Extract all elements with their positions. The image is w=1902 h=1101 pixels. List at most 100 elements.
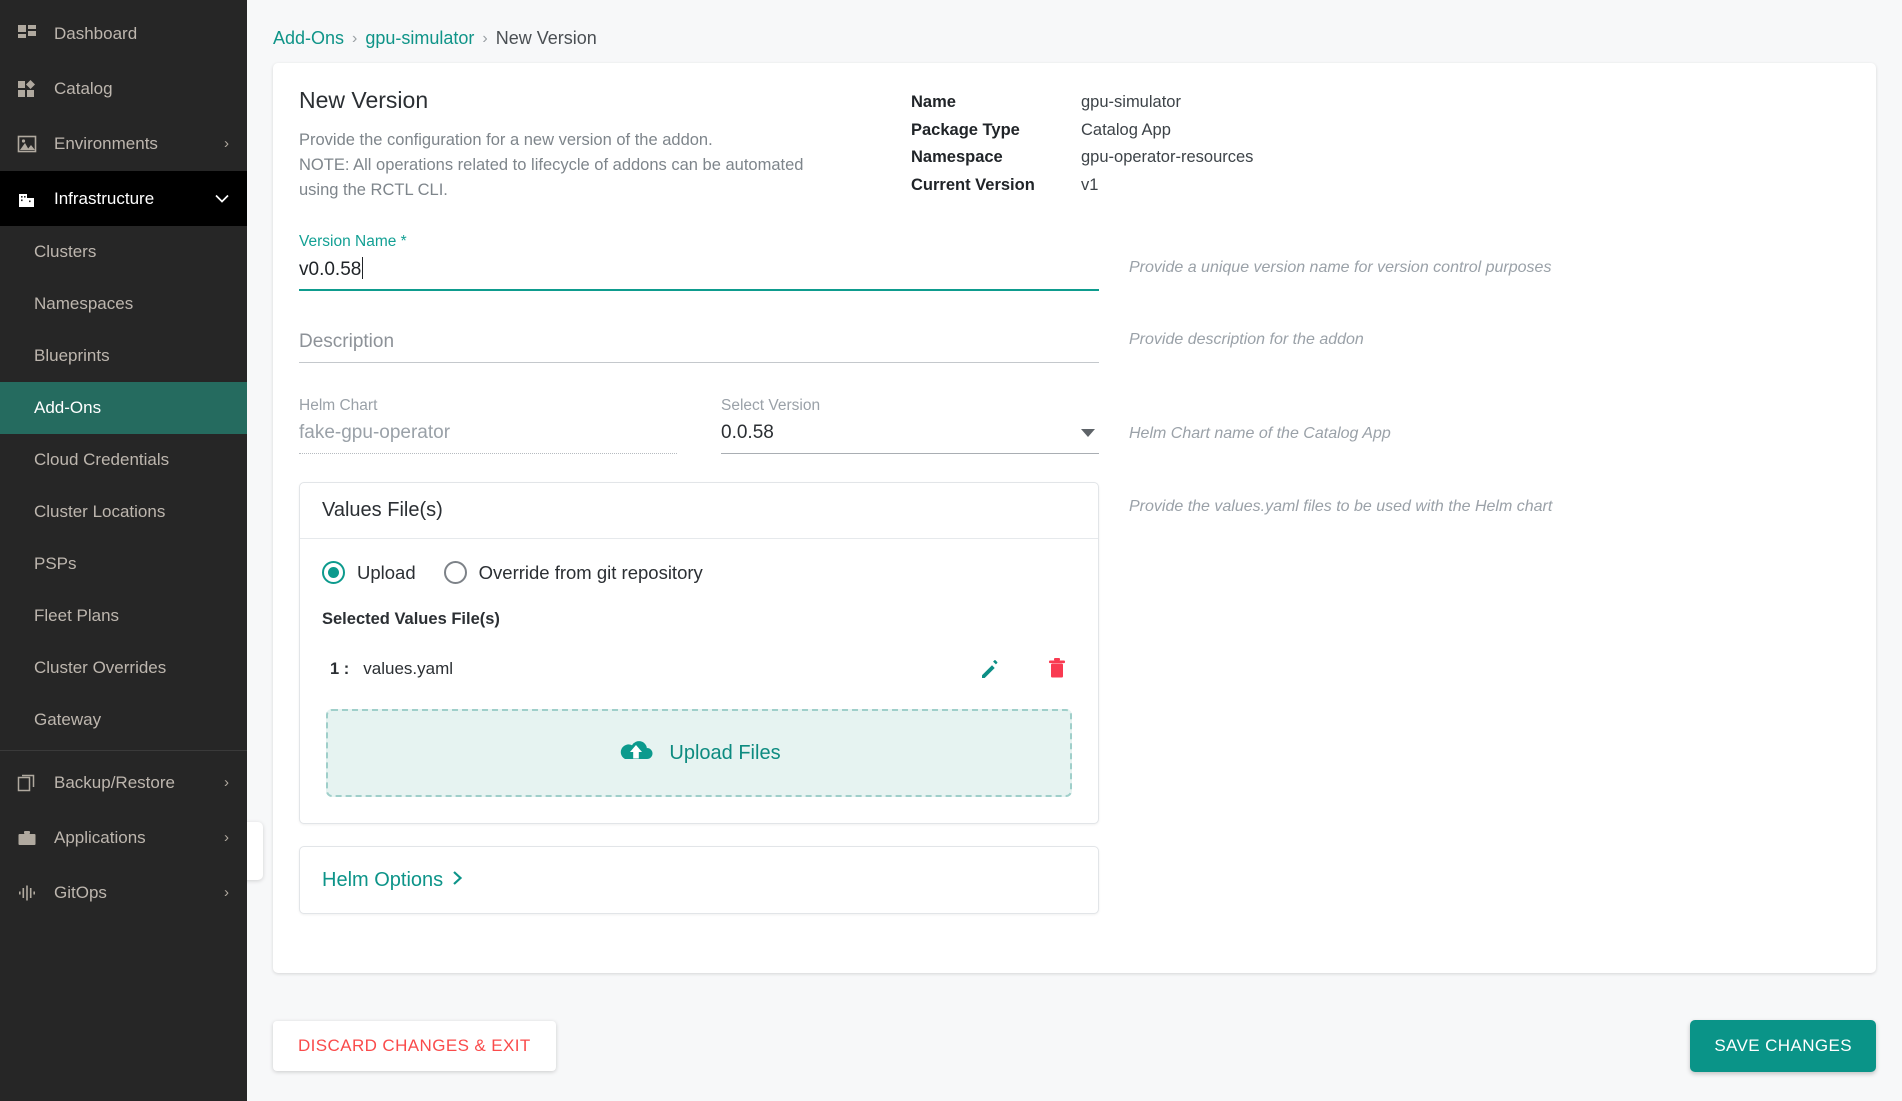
backup-restore-icon (14, 770, 40, 796)
sidebar-item-dashboard[interactable]: Dashboard (0, 6, 247, 61)
sidebar-subitem-label: Gateway (34, 710, 102, 729)
sidebar-item-namespaces[interactable]: Namespaces (0, 278, 247, 330)
addon-info-table: Name gpu-simulator Package Type Catalog … (909, 91, 1255, 203)
environments-icon (14, 131, 40, 157)
sidebar-item-blueprints[interactable]: Blueprints (0, 330, 247, 382)
collapsed-panel-edge[interactable] (247, 822, 263, 880)
upload-files-dropzone[interactable]: Upload Files (326, 709, 1072, 798)
page-title: New Version (299, 87, 429, 113)
sidebar-subitem-label: Cluster Overrides (34, 658, 167, 677)
chevron-right-icon: › (224, 774, 229, 791)
chevron-down-icon (1081, 429, 1095, 438)
sidebar-subitem-label: Fleet Plans (34, 606, 120, 625)
version-name-value: v0.0.58 (299, 259, 362, 281)
form-row-helm-chart: Helm Chart fake-gpu-operator Select Vers… (299, 397, 1850, 455)
sidebar-item-label: Backup/Restore (54, 772, 175, 792)
description-input[interactable]: Description (299, 327, 1099, 364)
form-area: Version Name * v0.0.58 Provide a unique … (273, 203, 1876, 915)
new-version-card: New Version Provide the configuration fo… (273, 63, 1876, 973)
radio-override-git[interactable]: Override from git repository (443, 561, 703, 585)
values-source-radio-group: Upload Override from git repository (322, 561, 1076, 585)
sidebar-item-clusters[interactable]: Clusters (0, 226, 247, 278)
sidebar-item-cloud-credentials[interactable]: Cloud Credentials (0, 434, 247, 486)
values-files-body: Upload Override from git repository Sele… (300, 539, 1098, 823)
version-name-hint: Provide a unique version name for versio… (1129, 259, 1552, 277)
chevron-right-icon: › (224, 884, 229, 901)
card-header: New Version Provide the configuration fo… (273, 63, 1876, 203)
main-content: Add-Ons › gpu-simulator › New Version Ne… (247, 0, 1902, 1101)
info-value: Catalog App (1081, 120, 1171, 139)
breadcrumb-current: New Version (495, 28, 597, 48)
radio-upload-label: Upload (357, 561, 416, 583)
sidebar-item-applications[interactable]: Applications › (0, 810, 247, 865)
cloud-upload-icon (617, 736, 655, 771)
upload-files-label: Upload Files (669, 741, 781, 764)
sidebar-subitem-label: Namespaces (34, 294, 134, 313)
breadcrumb-separator: › (352, 29, 358, 47)
sidebar-item-cluster-locations[interactable]: Cluster Locations (0, 486, 247, 538)
values-file-index: 1 : (330, 659, 350, 678)
applications-icon (14, 825, 40, 851)
helm-chart-field-wrap: Helm Chart fake-gpu-operator (299, 397, 677, 455)
radio-upload[interactable]: Upload (322, 561, 416, 585)
page-description: Provide the configuration for a new vers… (299, 128, 879, 203)
sidebar-item-fleet-plans[interactable]: Fleet Plans (0, 590, 247, 642)
description-field-wrap: Description (299, 327, 1099, 364)
info-key: Name (911, 93, 956, 111)
info-value: gpu-simulator (1081, 93, 1181, 111)
helm-options-link[interactable]: Helm Options (322, 869, 463, 892)
gitops-icon (14, 880, 40, 906)
chevron-right-icon: › (224, 829, 229, 846)
sidebar-item-gitops[interactable]: GitOps › (0, 865, 247, 920)
sidebar-subitem-label: Clusters (34, 242, 97, 261)
infrastructure-icon (14, 186, 40, 212)
helm-options-label: Helm Options (322, 868, 444, 891)
sidebar-item-label: Infrastructure (54, 188, 155, 208)
trash-icon[interactable] (1046, 657, 1068, 681)
info-row-name: Name gpu-simulator (911, 93, 1253, 119)
breadcrumb-link-gpu-simulator[interactable]: gpu-simulator (365, 28, 474, 49)
values-file-row: 1 : values.yaml (322, 657, 1076, 681)
chevron-right-icon (452, 869, 463, 892)
form-row-version-name: Version Name * v0.0.58 Provide a unique … (299, 233, 1850, 292)
pencil-icon[interactable] (978, 657, 1002, 681)
sidebar-subitem-label: Cloud Credentials (34, 450, 170, 469)
helm-chart-hint: Helm Chart name of the Catalog App (1129, 425, 1391, 443)
footer-actions: DISCARD CHANGES & EXIT SAVE CHANGES (247, 991, 1902, 1101)
sidebar-item-catalog[interactable]: Catalog (0, 61, 247, 116)
values-files-wrap: Values File(s) Upload Override from git … (299, 482, 1099, 915)
form-row-description: Description Provide description for the … (299, 327, 1850, 364)
radio-selected-icon (322, 561, 345, 585)
sidebar-item-add-ons[interactable]: Add-Ons (0, 382, 247, 434)
chevron-right-icon: › (224, 135, 229, 152)
sidebar-item-environments[interactable]: Environments › (0, 116, 247, 171)
sidebar-item-label: Catalog (54, 78, 113, 98)
sidebar-item-gateway[interactable]: Gateway (0, 694, 247, 746)
version-name-label: Version Name * (299, 233, 407, 251)
info-key: Namespace (911, 148, 1003, 167)
breadcrumb-separator: › (482, 29, 488, 47)
select-version-dropdown[interactable]: 0.0.58 (721, 418, 1099, 455)
sidebar-item-label: Environments (54, 133, 158, 153)
sidebar-item-infrastructure[interactable]: Infrastructure (0, 171, 247, 226)
sidebar-item-backup-restore[interactable]: Backup/Restore › (0, 755, 247, 810)
sidebar-item-cluster-overrides[interactable]: Cluster Overrides (0, 642, 247, 694)
helm-chart-row: Helm Chart fake-gpu-operator Select Vers… (299, 397, 1099, 455)
info-key: Package Type (911, 120, 1020, 139)
info-row-current-version: Current Version v1 (911, 176, 1253, 202)
version-name-input[interactable]: v0.0.58 (299, 253, 1099, 292)
form-row-values-files: Values File(s) Upload Override from git … (299, 482, 1850, 915)
helm-options-card[interactable]: Helm Options (299, 846, 1099, 915)
helm-chart-label: Helm Chart (299, 397, 378, 415)
select-version-value: 0.0.58 (721, 422, 774, 444)
description-line-2: NOTE: All operations related to lifecycl… (299, 156, 804, 175)
breadcrumb-link-add-ons[interactable]: Add-Ons (273, 28, 344, 49)
text-caret (362, 257, 364, 280)
values-files-hint: Provide the values.yaml files to be used… (1129, 498, 1553, 516)
save-changes-button[interactable]: SAVE CHANGES (1690, 1020, 1876, 1072)
sidebar-item-psps[interactable]: PSPs (0, 538, 247, 590)
description-hint: Provide description for the addon (1129, 331, 1364, 349)
info-row-namespace: Namespace gpu-operator-resources (911, 148, 1253, 174)
version-name-field-wrap: Version Name * v0.0.58 (299, 233, 1099, 292)
discard-changes-button[interactable]: DISCARD CHANGES & EXIT (273, 1021, 556, 1071)
